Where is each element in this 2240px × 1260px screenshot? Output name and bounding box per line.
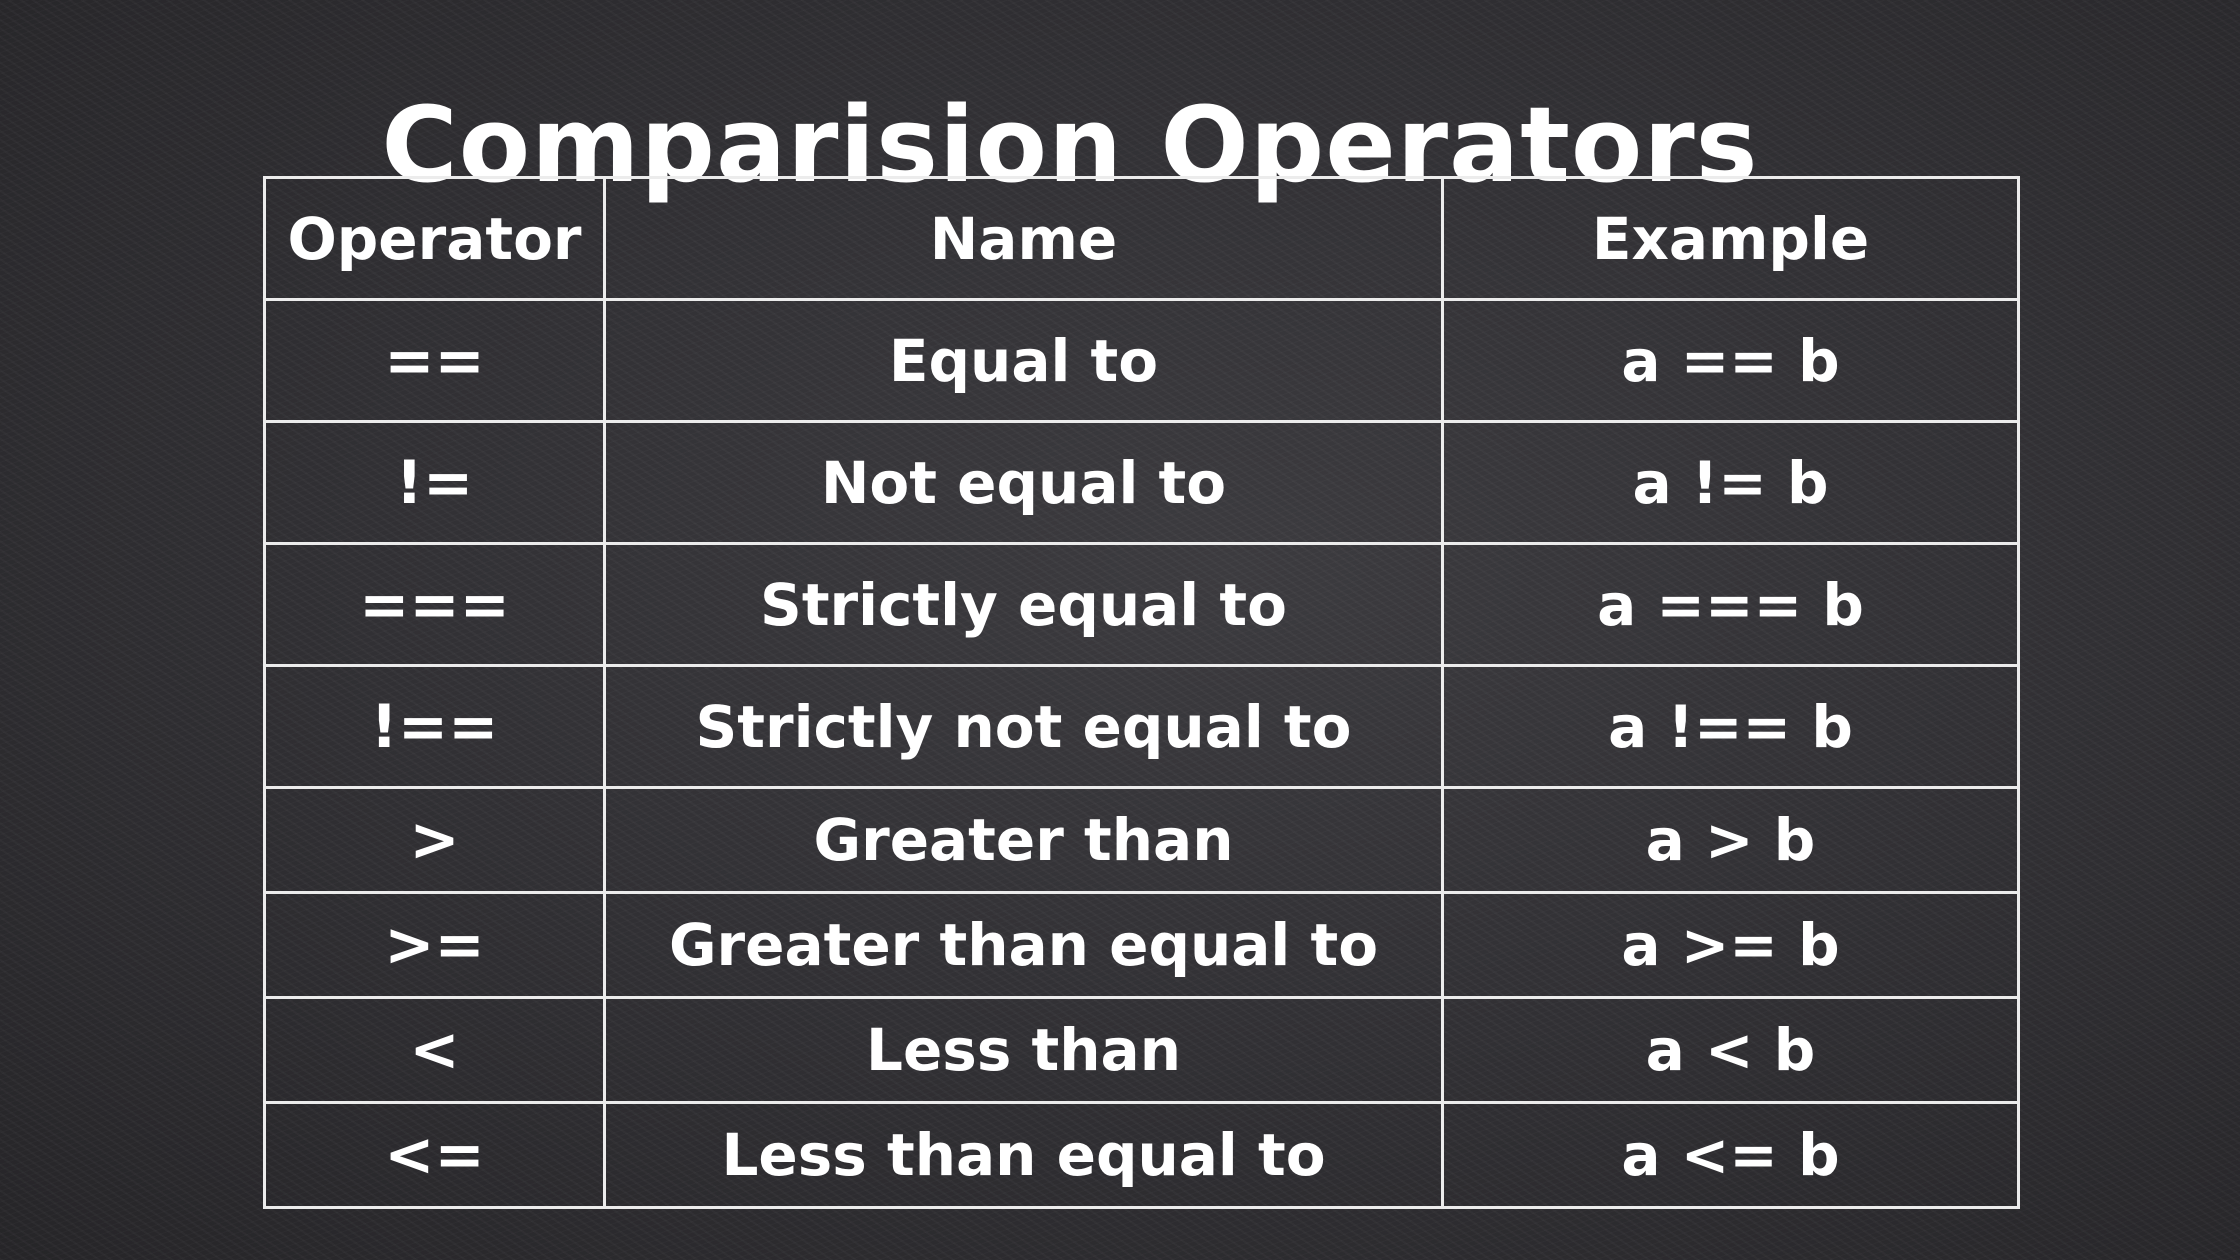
table-row: <= Less than equal to a <= b (263, 1101, 2020, 1209)
table-row: == Equal to a == b (263, 298, 2020, 423)
operator-cell: <= (263, 1101, 606, 1209)
table-row: != Not equal to a != b (263, 420, 2020, 545)
operator-cell: == (263, 298, 606, 423)
table-row: !== Strictly not equal to a !== b (263, 664, 2020, 789)
operator-cell: != (263, 420, 606, 545)
name-cell: Not equal to (603, 420, 1444, 545)
example-cell: a !== b (1441, 664, 2020, 789)
operators-table: Operator Name Example == Equal to a == b… (263, 176, 2020, 1209)
name-cell: Greater than (603, 786, 1444, 894)
name-cell: Strictly equal to (603, 542, 1444, 667)
operator-cell: < (263, 996, 606, 1104)
example-cell: a == b (1441, 298, 2020, 423)
header-name: Name (603, 176, 1444, 301)
operator-cell: > (263, 786, 606, 894)
example-cell: a <= b (1441, 1101, 2020, 1209)
example-cell: a > b (1441, 786, 2020, 894)
table-row: >= Greater than equal to a >= b (263, 891, 2020, 999)
example-cell: a < b (1441, 996, 2020, 1104)
operator-cell: !== (263, 664, 606, 789)
name-cell: Equal to (603, 298, 1444, 423)
operator-cell: >= (263, 891, 606, 999)
example-cell: a === b (1441, 542, 2020, 667)
name-cell: Strictly not equal to (603, 664, 1444, 789)
table-header-row: Operator Name Example (263, 176, 2020, 301)
name-cell: Less than (603, 996, 1444, 1104)
header-operator: Operator (263, 176, 606, 301)
name-cell: Less than equal to (603, 1101, 1444, 1209)
header-example: Example (1441, 176, 2020, 301)
operator-cell: === (263, 542, 606, 667)
table-row: < Less than a < b (263, 996, 2020, 1104)
example-cell: a >= b (1441, 891, 2020, 999)
example-cell: a != b (1441, 420, 2020, 545)
table-row: === Strictly equal to a === b (263, 542, 2020, 667)
name-cell: Greater than equal to (603, 891, 1444, 999)
table-row: > Greater than a > b (263, 786, 2020, 894)
